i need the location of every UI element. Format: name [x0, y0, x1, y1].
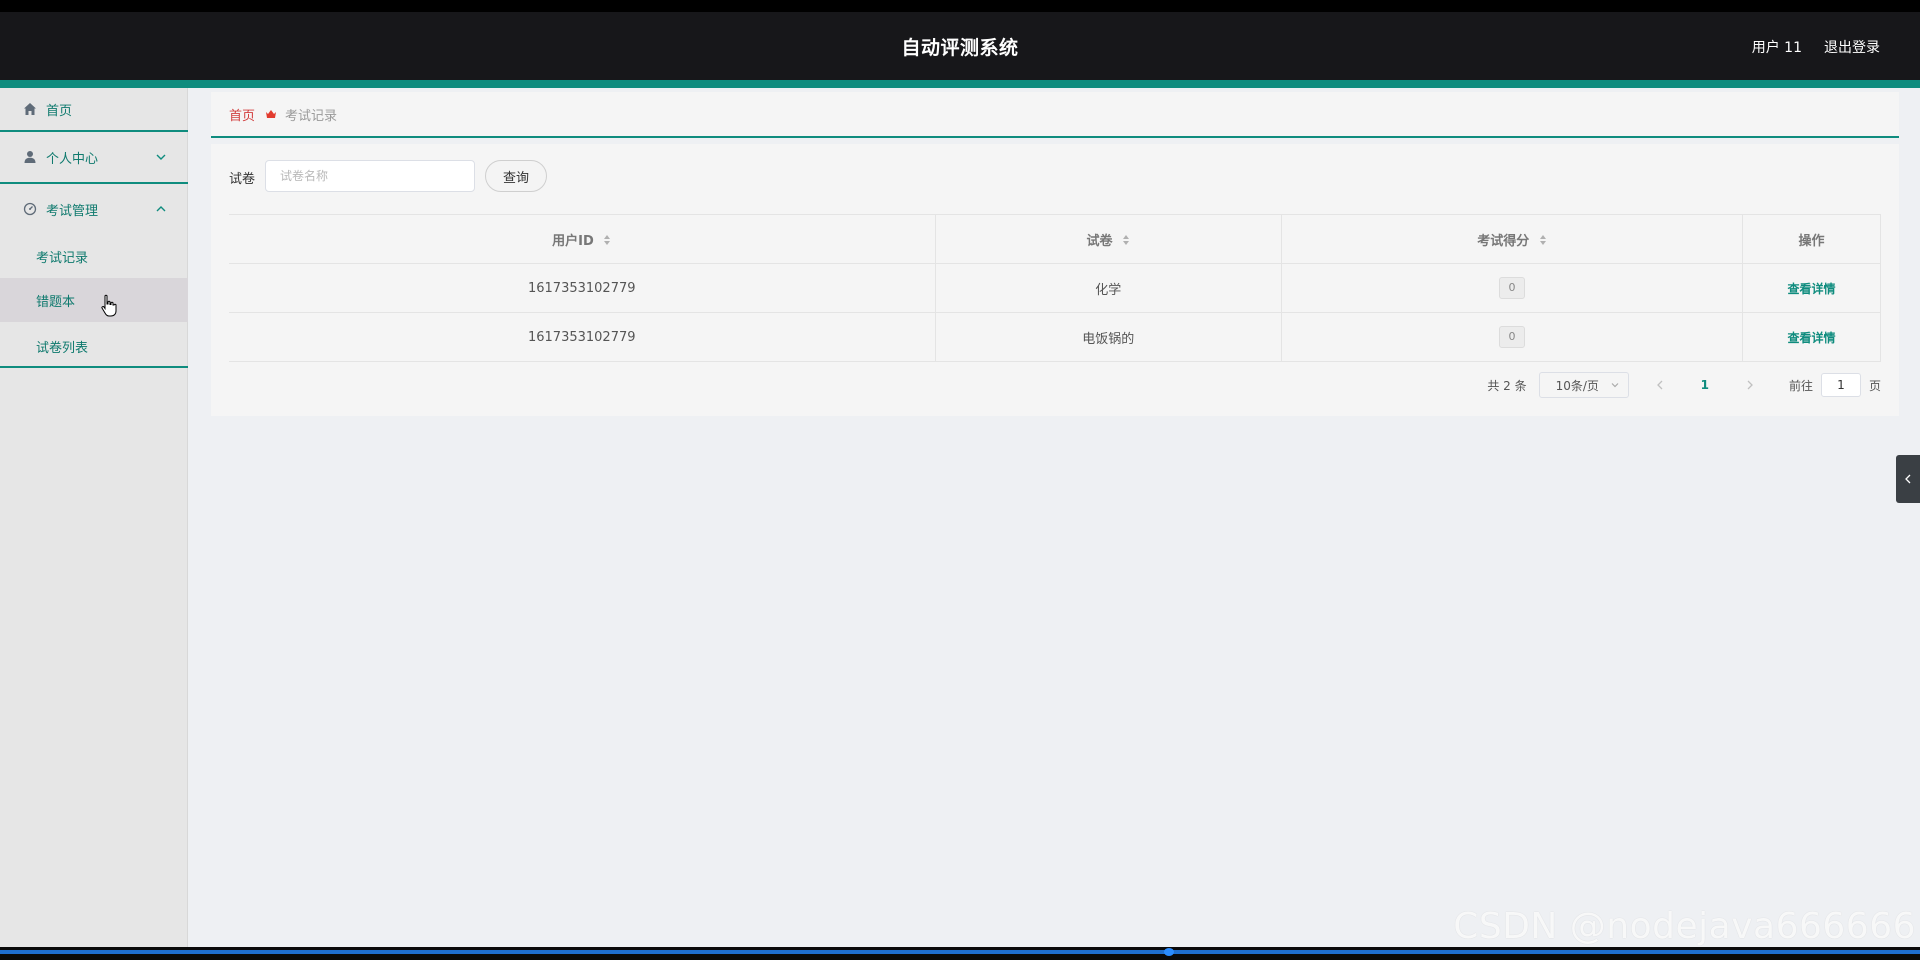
- pagination: 共 2 条 10条/页 1 前往 页: [1487, 372, 1881, 398]
- breadcrumb-current: 考试记录: [285, 108, 338, 124]
- current-user-label: 用户 11: [1751, 40, 1802, 56]
- column-header-user-id[interactable]: 用户ID: [229, 214, 936, 264]
- sort-caret-icon[interactable]: [1122, 234, 1130, 246]
- table-row: 1617353102779 化学 0 查看详情: [229, 263, 1881, 313]
- sidebar-item-home[interactable]: 首页: [0, 88, 188, 130]
- menu-divider: [0, 366, 188, 368]
- sidebar-item-label: 个人中心: [46, 151, 99, 167]
- content-panel: 试卷 查询 用户ID 试卷: [211, 144, 1899, 416]
- side-panel-toggle[interactable]: [1896, 455, 1920, 503]
- sort-caret-icon[interactable]: [1539, 234, 1547, 246]
- view-details-link[interactable]: 查看详情: [1787, 282, 1835, 296]
- sidebar: 首页 个人中心 考试管理 考试记录 错题本 试卷列表: [0, 88, 188, 947]
- video-progress-handle[interactable]: [1164, 948, 1174, 956]
- cell-score: 0: [1281, 263, 1744, 313]
- paper-name-search-input[interactable]: [265, 160, 475, 192]
- page-suffix: 页: [1868, 378, 1881, 393]
- search-label: 试卷: [229, 172, 256, 187]
- chevron-down-icon: [1610, 380, 1620, 390]
- sort-caret-icon[interactable]: [603, 234, 611, 246]
- cell-user-id: 1617353102779: [229, 312, 936, 362]
- home-icon: [22, 101, 38, 117]
- sidebar-item-personal-center[interactable]: 个人中心: [0, 132, 188, 182]
- chevron-up-icon: [154, 202, 168, 216]
- header-accent-line: [0, 80, 1920, 88]
- score-badge: 0: [1498, 326, 1525, 348]
- score-badge: 0: [1498, 277, 1525, 299]
- breadcrumb: 首页 考试记录: [211, 92, 1899, 138]
- goto-page-input[interactable]: [1820, 373, 1861, 397]
- table-row: 1617353102779 电饭锅的 0 查看详情: [229, 312, 1881, 362]
- user-icon: [22, 149, 38, 165]
- exam-records-table: 用户ID 试卷 考试得分 操作 1617353102779 化学 0 查看详情 …: [229, 214, 1881, 362]
- submenu-item-exam-records[interactable]: 考试记录: [0, 234, 188, 278]
- page-size-select[interactable]: 10条/页: [1538, 372, 1629, 398]
- cell-user-id: 1617353102779: [229, 263, 936, 313]
- breadcrumb-home-link[interactable]: 首页: [229, 105, 255, 124]
- view-details-link[interactable]: 查看详情: [1787, 331, 1835, 345]
- main-frame: 首页 个人中心 考试管理 考试记录 错题本 试卷列表 首页 考试记录 试卷 试卷…: [0, 88, 1920, 947]
- submenu-item-paper-list[interactable]: 试卷列表: [0, 324, 188, 368]
- watermark: CSDN @nodejava666666: [1453, 906, 1916, 947]
- breadcrumb-separator-icon: [265, 108, 277, 120]
- next-page-icon[interactable]: [1743, 378, 1757, 392]
- cell-score: 0: [1281, 312, 1744, 362]
- hand-cursor-icon: [100, 294, 118, 318]
- cell-actions: 查看详情: [1742, 263, 1881, 313]
- table-header-row: 用户ID 试卷 考试得分 操作: [229, 214, 1881, 264]
- video-progress-line[interactable]: [0, 950, 1920, 954]
- column-header-score[interactable]: 考试得分: [1281, 214, 1744, 264]
- column-header-actions: 操作: [1742, 214, 1881, 264]
- chevron-down-icon: [154, 150, 168, 164]
- cell-paper: 电饭锅的: [935, 312, 1282, 362]
- column-header-paper[interactable]: 试卷: [935, 214, 1282, 264]
- page-number-current[interactable]: 1: [1701, 378, 1709, 392]
- chevron-left-icon: [1903, 470, 1913, 489]
- sidebar-item-exam-management[interactable]: 考试管理: [0, 184, 188, 234]
- sidebar-item-label: 首页: [46, 103, 73, 119]
- cell-actions: 查看详情: [1742, 312, 1881, 362]
- logout-link[interactable]: 退出登录: [1824, 37, 1880, 57]
- submenu-item-wrong-questions[interactable]: 错题本: [0, 278, 188, 322]
- prev-page-icon[interactable]: [1653, 378, 1667, 392]
- goto-label: 前往: [1788, 378, 1813, 393]
- app-title: 自动评测系统: [901, 37, 1019, 59]
- query-button[interactable]: 查询: [485, 160, 547, 192]
- cell-paper: 化学: [935, 263, 1282, 313]
- dashboard-gauge-icon: [22, 201, 38, 217]
- sidebar-item-label: 考试管理: [46, 203, 99, 219]
- pagination-total: 共 2 条: [1487, 378, 1527, 393]
